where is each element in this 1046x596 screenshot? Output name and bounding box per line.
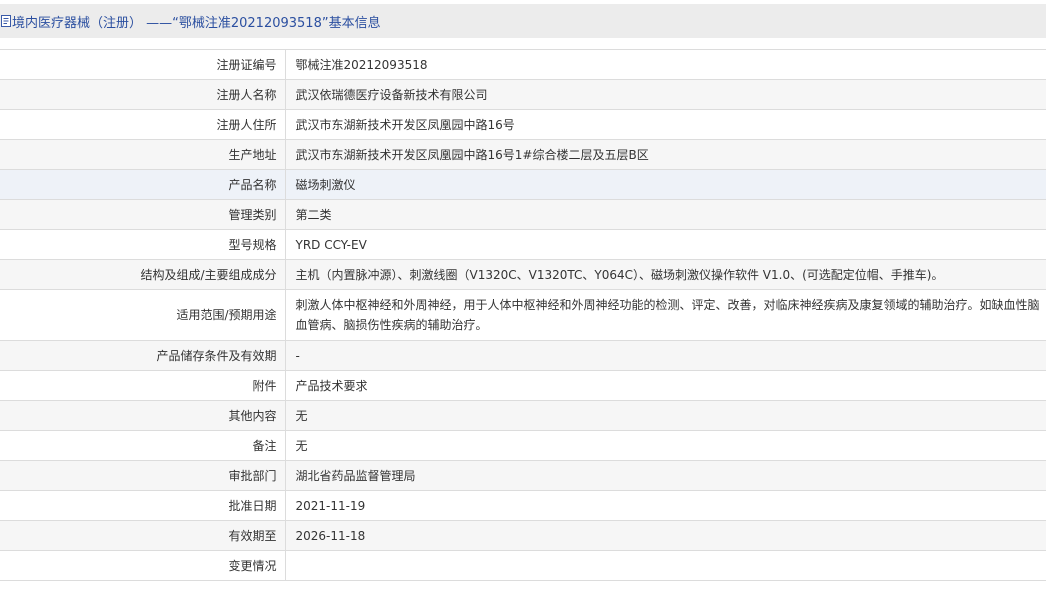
registration-info-table: 注册证编号 鄂械注准20212093518 注册人名称 武汉依瑞德医疗设备新技术… (0, 49, 1046, 581)
field-value: 武汉依瑞德医疗设备新技术有限公司 (285, 79, 1046, 110)
table-row: 生产地址 武汉市东湖新技术开发区凤凰园中路16号1#综合楼二层及五层B区 (0, 139, 1046, 170)
table-row: 审批部门 湖北省药品监督管理局 (0, 460, 1046, 491)
field-value (285, 550, 1046, 581)
table-row: 型号规格 YRD CCY-EV (0, 229, 1046, 260)
field-label: 有效期至 (0, 520, 286, 551)
field-label: 注册人住所 (0, 109, 286, 140)
field-label: 管理类别 (0, 199, 286, 230)
field-label: 变更情况 (0, 550, 286, 581)
document-icon (1, 15, 11, 27)
table-row: 管理类别 第二类 (0, 199, 1046, 230)
table-row: 结构及组成/主要组成成分 主机（内置脉冲源）、刺激线圈（V1320C、V1320… (0, 259, 1046, 290)
table-row: 产品储存条件及有效期 - (0, 340, 1046, 371)
field-label: 注册人名称 (0, 79, 286, 110)
field-label: 备注 (0, 430, 286, 461)
field-value: 磁场刺激仪 (285, 169, 1046, 200)
table-row: 注册人名称 武汉依瑞德医疗设备新技术有限公司 (0, 79, 1046, 110)
field-value: 无 (285, 430, 1046, 461)
field-value: 刺激人体中枢神经和外周神经，用于人体中枢神经和外周神经功能的检测、评定、改善，对… (285, 289, 1046, 341)
field-label: 适用范围/预期用途 (0, 289, 286, 341)
field-label: 结构及组成/主要组成成分 (0, 259, 286, 290)
table-row: 备注 无 (0, 430, 1046, 461)
page: 境内医疗器械（注册） ——“鄂械注准20212093518”基本信息 注册证编号… (0, 0, 1046, 596)
field-value: 2021-11-19 (285, 490, 1046, 521)
table-row: 附件 产品技术要求 (0, 370, 1046, 401)
table-row: 批准日期 2021-11-19 (0, 490, 1046, 521)
field-label: 产品储存条件及有效期 (0, 340, 286, 371)
field-value: 湖北省药品监督管理局 (285, 460, 1046, 491)
field-label: 产品名称 (0, 169, 286, 200)
field-value: 武汉市东湖新技术开发区凤凰园中路16号1#综合楼二层及五层B区 (285, 139, 1046, 170)
field-label: 批准日期 (0, 490, 286, 521)
table-row: 变更情况 (0, 550, 1046, 581)
field-value: - (285, 340, 1046, 371)
page-title-bar: 境内医疗器械（注册） ——“鄂械注准20212093518”基本信息 (0, 4, 1046, 38)
field-label: 生产地址 (0, 139, 286, 170)
field-label: 注册证编号 (0, 49, 286, 80)
table-row: 其他内容 无 (0, 400, 1046, 431)
field-value: 第二类 (285, 199, 1046, 230)
table-row: 注册证编号 鄂械注准20212093518 (0, 49, 1046, 80)
field-label: 附件 (0, 370, 286, 401)
field-value: 产品技术要求 (285, 370, 1046, 401)
table-row: 注册人住所 武汉市东湖新技术开发区凤凰园中路16号 (0, 109, 1046, 140)
field-value: 主机（内置脉冲源）、刺激线圈（V1320C、V1320TC、Y064C）、磁场刺… (285, 259, 1046, 290)
field-value: 2026-11-18 (285, 520, 1046, 551)
field-label: 其他内容 (0, 400, 286, 431)
field-value: YRD CCY-EV (285, 229, 1046, 260)
page-title: 境内医疗器械（注册） ——“鄂械注准20212093518”基本信息 (12, 15, 381, 31)
field-value: 武汉市东湖新技术开发区凤凰园中路16号 (285, 109, 1046, 140)
field-value: 鄂械注准20212093518 (285, 49, 1046, 80)
table-row: 有效期至 2026-11-18 (0, 520, 1046, 551)
table-row: 产品名称 磁场刺激仪 (0, 169, 1046, 200)
field-label: 型号规格 (0, 229, 286, 260)
field-value: 无 (285, 400, 1046, 431)
table-row: 适用范围/预期用途 刺激人体中枢神经和外周神经，用于人体中枢神经和外周神经功能的… (0, 289, 1046, 341)
field-label: 审批部门 (0, 460, 286, 491)
